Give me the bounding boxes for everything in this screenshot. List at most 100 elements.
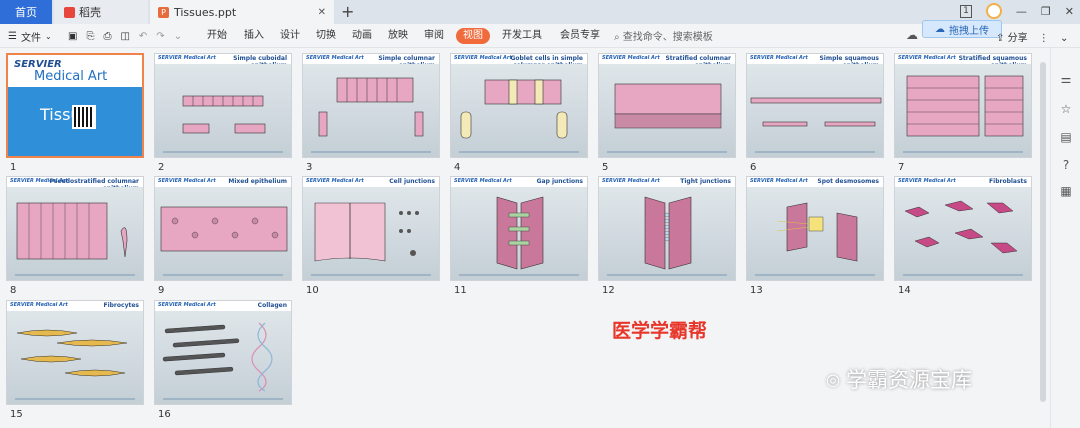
slide-footer: [607, 274, 727, 276]
more-icon[interactable]: ⌄: [174, 31, 182, 42]
tab-tissues-ppt[interactable]: P Tissues.ppt ✕: [150, 0, 334, 24]
print-icon[interactable]: ⎙: [103, 31, 111, 42]
slide-thumbnail-12[interactable]: SERVIER Medical Art Tight junctions: [598, 176, 736, 281]
share-button[interactable]: ⇪ 分享 ⋮ ⌄: [996, 29, 1068, 44]
tab-ppt-label: Tissues.ppt: [174, 5, 237, 19]
slide-number: 15: [10, 409, 23, 420]
stratified-squamous-illustration: [906, 75, 1024, 137]
gallery-icon[interactable]: ▦: [1059, 184, 1073, 198]
collapse-ribbon-icon[interactable]: ⌄: [1060, 33, 1068, 44]
slide-thumbnail-16[interactable]: SERVIER Medical Art Collagen: [154, 300, 292, 405]
collagen-illustration: [162, 322, 273, 392]
qr-code-icon: [72, 105, 96, 129]
avatar[interactable]: [985, 3, 1002, 19]
menu-review[interactable]: 审阅: [424, 28, 444, 44]
vertical-scrollbar[interactable]: [1040, 62, 1046, 402]
slide-number: 16: [158, 409, 171, 420]
slide-number: 2: [158, 162, 165, 173]
cloud-upload-icon: ☁: [935, 23, 945, 35]
slide-number: 4: [454, 162, 461, 173]
slide-thumbnail-5[interactable]: SERVIER Medical Art Stratified columnar …: [598, 53, 736, 158]
file-menu[interactable]: ☰ 文件 ⌄: [8, 24, 52, 48]
file-label: 文件: [20, 32, 41, 44]
daoke-icon: [64, 6, 75, 18]
star-icon[interactable]: ☆: [1059, 102, 1073, 116]
slide-title: Collagen: [257, 302, 287, 309]
slide-title: Tight junctions: [680, 178, 731, 185]
slide-footer: [163, 398, 283, 400]
menu-transition[interactable]: 切换: [316, 28, 336, 44]
menu-insert[interactable]: 插入: [244, 28, 264, 44]
save-icon[interactable]: ▣: [68, 31, 77, 42]
minimize-icon[interactable]: —: [1016, 5, 1027, 18]
menu-start[interactable]: 开始: [207, 28, 227, 44]
wechat-icon: ◎: [826, 369, 840, 389]
tab-daoke[interactable]: 稻壳: [54, 0, 148, 24]
slide-footer: [163, 151, 283, 153]
undo-icon[interactable]: ↶: [139, 31, 147, 42]
slide-thumbnail-10[interactable]: SERVIER Medical Art Cell junctions: [302, 176, 440, 281]
slide-thumbnail-4[interactable]: SERVIER Medical Art Goblet cells in simp…: [450, 53, 588, 158]
goblet-cells-illustration: [460, 79, 568, 139]
menu-animation[interactable]: 动画: [352, 28, 372, 44]
slide-thumbnail-1[interactable]: SERVIER Medical Art Tissu: [6, 53, 144, 158]
slide-thumbnail-8[interactable]: SERVIER Medical Art Pseudostratified col…: [6, 176, 144, 281]
tab-home-label: 首页: [15, 6, 37, 19]
restore-icon[interactable]: ❐: [1041, 5, 1051, 18]
slide-number: 7: [898, 162, 905, 173]
tab-close-icon[interactable]: ✕: [318, 7, 326, 18]
slide-thumbnail-13[interactable]: SERVIER Medical Art Spot desmosomes: [746, 176, 884, 281]
red-watermark: 医学学霸帮: [612, 320, 708, 342]
slide-footer: [903, 151, 1023, 153]
slide-thumbnail-9[interactable]: SERVIER Medical Art Mixed epithelium: [154, 176, 292, 281]
help-icon[interactable]: ?: [1059, 158, 1073, 172]
slide-title: Gap junctions: [536, 178, 583, 185]
command-search[interactable]: ⌕ 查找命令、搜索模板: [614, 28, 713, 43]
adjust-icon[interactable]: ⚌: [1059, 72, 1073, 86]
menu-view[interactable]: 视图: [456, 28, 490, 44]
drag-upload-button[interactable]: ☁ 拖拽上传: [922, 20, 1002, 38]
stratified-columnar-illustration: [614, 83, 722, 129]
slide-number: 5: [602, 162, 609, 173]
slide-thumbnail-11[interactable]: SERVIER Medical Art Gap junctions: [450, 176, 588, 281]
slide-title: Fibroblasts: [989, 178, 1027, 185]
slide-thumbnail-14[interactable]: SERVIER Medical Art Fibroblasts: [894, 176, 1032, 281]
slide-thumbnail-3[interactable]: SERVIER Medical Art Simple columnar epit…: [302, 53, 440, 158]
menu-design[interactable]: 设计: [280, 28, 300, 44]
slide-number: 11: [454, 285, 467, 296]
quick-access: ▣ ⎘ ⎙ ◫ ↶ ↷ ⌄: [68, 24, 182, 48]
pseudostratified-illustration: [16, 202, 128, 260]
slide-icon[interactable]: ▤: [1059, 130, 1073, 144]
share-icon: ⇪: [996, 33, 1005, 44]
slide-thumbnail-6[interactable]: SERVIER Medical Art Simple squamous epit…: [746, 53, 884, 158]
ribbon-toolbar: ☰ 文件 ⌄ ▣ ⎘ ⎙ ◫ ↶ ↷ ⌄ 开始 插入 设计 切换 动画 放映 审…: [0, 24, 1080, 48]
menu-slideshow[interactable]: 放映: [388, 28, 408, 44]
slide-thumbnail-15[interactable]: SERVIER Medical Art Fibrocytes: [6, 300, 144, 405]
window-count-badge[interactable]: 1: [960, 4, 972, 18]
slide-number: 14: [898, 285, 911, 296]
menu-member[interactable]: 会员专享: [560, 28, 600, 44]
slide-number: 6: [750, 162, 757, 173]
cover-subtitle: Medical Art: [34, 69, 108, 84]
slide-title: Fibrocytes: [103, 302, 139, 309]
cloud-icon[interactable]: ☁: [906, 28, 918, 42]
export-icon[interactable]: ⎘: [86, 31, 94, 42]
close-window-icon[interactable]: ✕: [1065, 5, 1074, 18]
more-options-icon[interactable]: ⋮: [1039, 33, 1049, 44]
tab-home[interactable]: 首页: [0, 0, 52, 24]
slide-number: 9: [158, 285, 165, 296]
tight-junctions-illustration: [644, 196, 692, 270]
preview-icon[interactable]: ◫: [120, 31, 129, 42]
slide-thumbnail-7[interactable]: SERVIER Medical Art Stratified squamous …: [894, 53, 1032, 158]
menu-dev-tools[interactable]: 开发工具: [502, 28, 542, 44]
window-controls: 1 — ❐ ✕: [960, 3, 1074, 19]
slide-thumbnail-2[interactable]: SERVIER Medical Art Simple cuboidal epit…: [154, 53, 292, 158]
redo-icon[interactable]: ↷: [156, 31, 164, 42]
gap-junctions-illustration: [496, 196, 544, 270]
new-tab-icon[interactable]: +: [341, 2, 354, 21]
slide-footer: [755, 151, 875, 153]
slide-title: Spot desmosomes: [817, 178, 879, 185]
slide-footer: [311, 151, 431, 153]
share-label: 分享: [1007, 33, 1028, 44]
slide-number: 13: [750, 285, 763, 296]
